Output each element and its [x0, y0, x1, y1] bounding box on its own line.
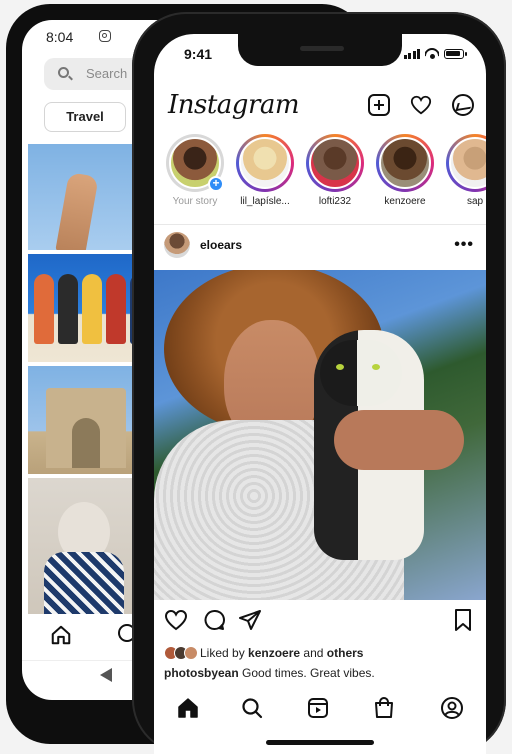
back-search-placeholder: Search [86, 66, 128, 81]
story-label: kenzoere [384, 196, 426, 207]
post-image[interactable] [154, 270, 486, 600]
story-ring [376, 134, 434, 192]
photo-cat-eye [336, 364, 344, 370]
caption-text: Good times. Great vibes. [242, 666, 375, 680]
avatar [184, 646, 198, 660]
photo-cat-head [320, 340, 402, 406]
story-item[interactable]: lil_lapísle... [234, 134, 296, 207]
avatar [379, 137, 431, 189]
caption-username[interactable]: photosbyean [164, 666, 239, 680]
post-actions [154, 608, 486, 638]
post-username[interactable]: eloears [200, 238, 242, 252]
avatar [239, 137, 291, 189]
app-logo: Instagram [168, 90, 300, 120]
tile-photo-hand [55, 172, 99, 250]
liked-by-avatars [164, 646, 198, 660]
wifi-icon [425, 48, 439, 59]
top-actions [368, 94, 474, 116]
avatar[interactable] [164, 232, 190, 258]
likes-row[interactable]: Liked by kenzoere and others [164, 646, 363, 660]
front-phone-screen: 9:41 Instagram + Your story lil_lapísle.… [154, 34, 486, 754]
post-header: eloears ••• [154, 230, 486, 264]
likes-user[interactable]: kenzoere [248, 646, 300, 660]
home-indicator [266, 740, 374, 745]
home-icon[interactable] [50, 624, 72, 646]
profile-icon[interactable] [440, 696, 464, 720]
likes-and: and [303, 646, 324, 660]
reels-icon[interactable] [306, 696, 330, 720]
likes-others[interactable]: others [327, 646, 364, 660]
home-icon[interactable] [176, 696, 200, 720]
tile-photo-person [106, 274, 126, 344]
back-search-bar[interactable]: Search [44, 58, 144, 90]
tile-photo-body [44, 552, 124, 614]
back-nav-icon[interactable] [100, 668, 112, 682]
story-label: lofti232 [318, 196, 352, 207]
heart-icon[interactable] [410, 94, 432, 116]
share-icon[interactable] [238, 608, 262, 632]
search-icon [58, 67, 69, 78]
photo-cat-eye [372, 364, 380, 370]
signal-icon [403, 49, 420, 59]
heart-icon[interactable] [164, 608, 188, 632]
story-label: Your story [172, 196, 218, 207]
tile-photo-arch [46, 388, 126, 468]
save-icon[interactable] [452, 608, 474, 632]
status-time: 9:41 [184, 46, 213, 62]
search-icon[interactable] [240, 696, 264, 720]
photo-hand [334, 410, 464, 470]
instagram-icon [99, 30, 111, 42]
story-label: lil_lapísle... [240, 196, 290, 207]
story-item[interactable]: kenzoere [374, 134, 436, 207]
avatar [449, 137, 486, 189]
avatar [309, 137, 361, 189]
add-icon[interactable] [368, 94, 390, 116]
likes-prefix: Liked by [200, 646, 245, 660]
status-icons [403, 48, 467, 59]
story-item[interactable]: + Your story [164, 134, 226, 207]
messenger-icon[interactable] [452, 94, 474, 116]
back-status-time: 8:04 [46, 29, 74, 45]
add-story-plus-icon[interactable]: + [208, 176, 224, 192]
battery-icon [444, 49, 467, 59]
story-item[interactable]: lofti232 [304, 134, 366, 207]
tile-photo-person [58, 274, 78, 344]
stories-tray: + Your story lil_lapísle... lofti232 ken… [164, 134, 486, 220]
bottom-nav [154, 686, 486, 730]
front-phone: 9:41 Instagram + Your story lil_lapísle.… [132, 12, 506, 754]
tile-photo-person [34, 274, 54, 344]
story-label: sap [466, 196, 484, 207]
story-ring [446, 134, 486, 192]
tile-photo-person [82, 274, 102, 344]
divider [154, 224, 486, 225]
story-ring [306, 134, 364, 192]
story-item[interactable]: sap [444, 134, 486, 207]
more-options-icon[interactable]: ••• [454, 236, 474, 254]
notch [238, 34, 402, 66]
travel-chip[interactable]: Travel [44, 102, 126, 132]
comment-icon[interactable] [202, 608, 226, 632]
story-ring: + [166, 134, 224, 192]
shop-icon[interactable] [372, 696, 396, 720]
caption-row: photosbyean Good times. Great vibes. [164, 666, 375, 680]
story-ring [236, 134, 294, 192]
